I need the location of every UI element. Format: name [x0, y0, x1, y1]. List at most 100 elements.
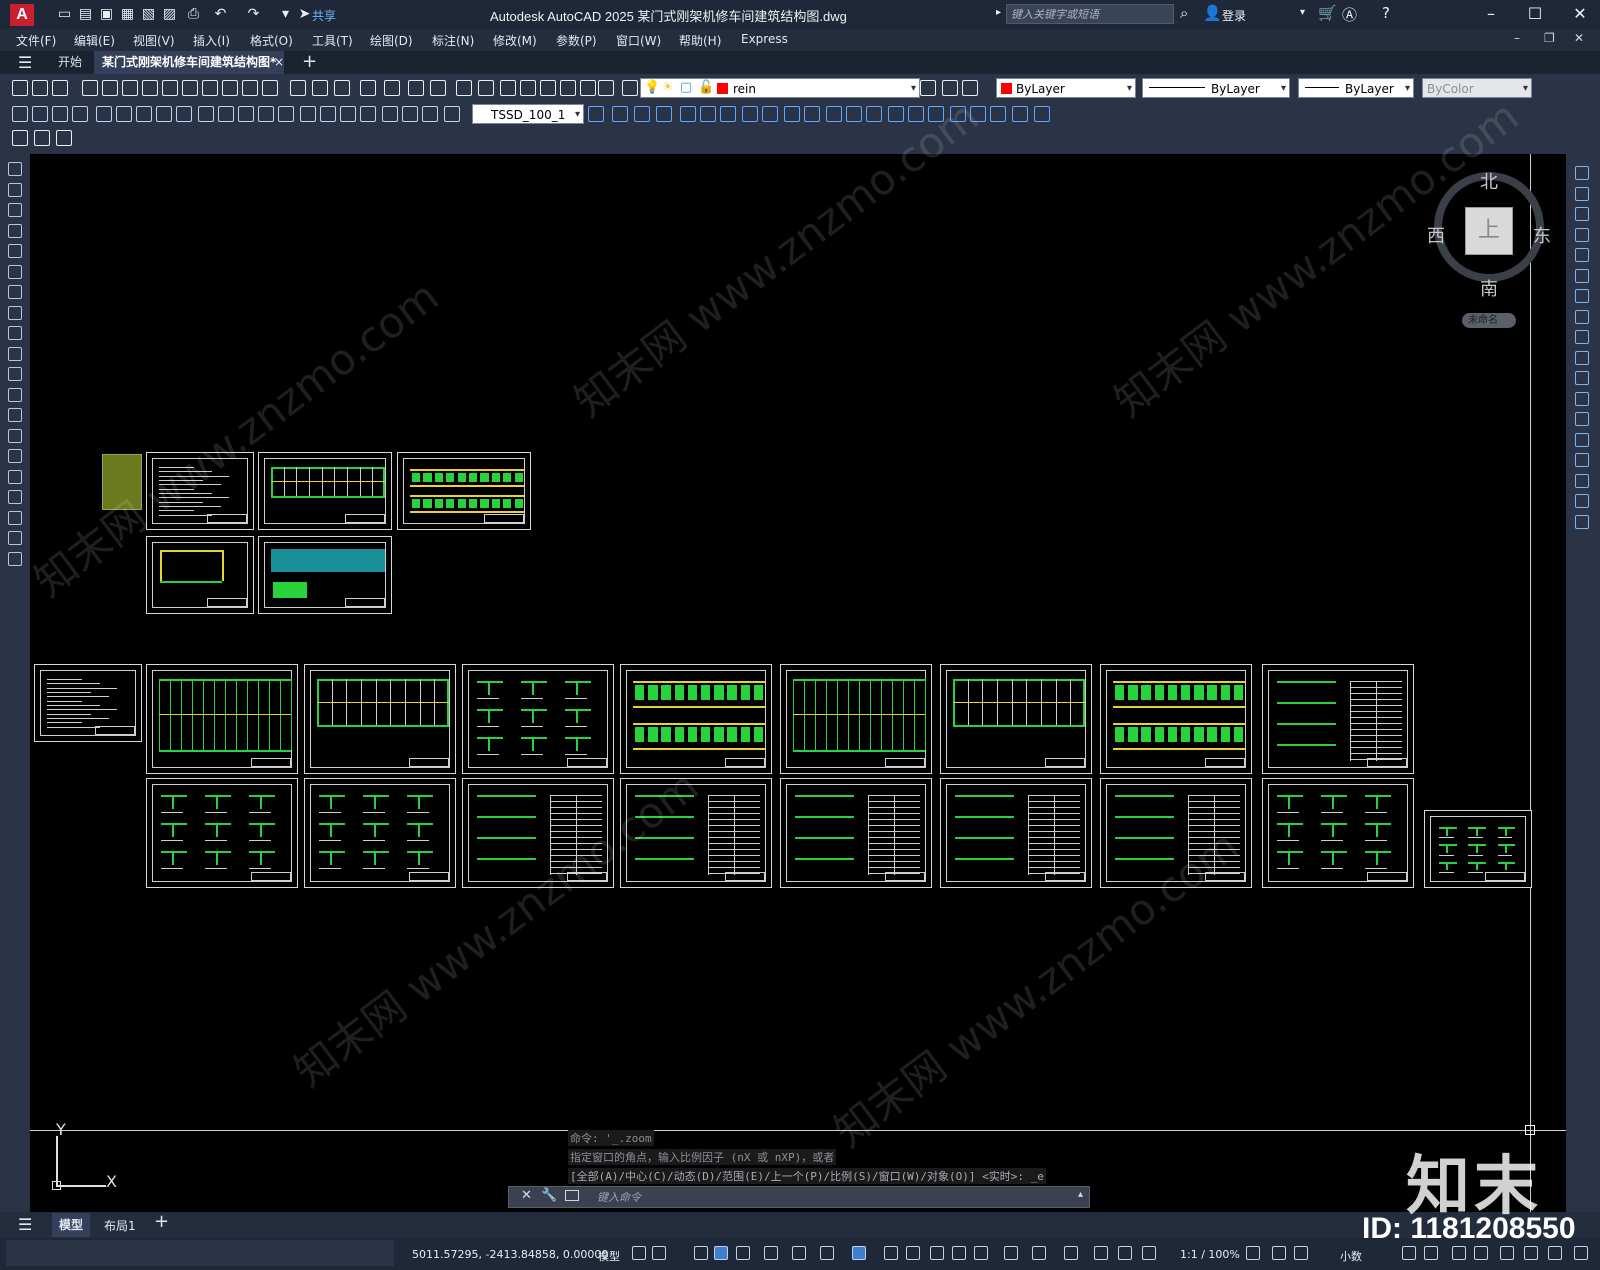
drawing-sheet[interactable]	[258, 452, 392, 530]
status-toggle-icon[interactable]	[1524, 1246, 1538, 1260]
right-palette-tool-icon[interactable]	[1575, 330, 1589, 344]
status-toggle-icon[interactable]	[792, 1246, 806, 1260]
status-toggle-icon[interactable]	[694, 1246, 708, 1260]
toolbar-tool-icon[interactable]	[456, 80, 472, 96]
menu-draw[interactable]: 绘图(D)	[370, 32, 413, 49]
customize-quick-access-icon[interactable]: ▾	[277, 5, 294, 23]
left-palette-tool-icon[interactable]	[8, 203, 22, 217]
toolbar-tool-icon[interactable]	[560, 80, 576, 96]
login-button[interactable]: 登录	[1222, 7, 1246, 24]
menu-tools[interactable]: 工具(T)	[312, 32, 353, 49]
annotation-scale[interactable]: 1:1 / 100%	[1180, 1248, 1240, 1261]
layer-tool-icon[interactable]	[962, 80, 978, 96]
close-tab-icon[interactable]: ×	[274, 55, 284, 69]
draw-tool-icon[interactable]	[422, 106, 438, 122]
draw-tool-icon[interactable]	[278, 106, 294, 122]
dim-tool-icon[interactable]	[634, 106, 650, 122]
dim-tool-icon[interactable]	[866, 106, 882, 122]
toolbar-tool-icon[interactable]	[162, 80, 178, 96]
model-space-toggle[interactable]: 模型	[598, 1248, 620, 1264]
compass-south[interactable]: 南	[1480, 275, 1498, 301]
drawing-sheet[interactable]	[34, 664, 142, 742]
help-search-input[interactable]: 键入关键字或短语	[1006, 4, 1174, 24]
left-palette-tool-icon[interactable]	[8, 244, 22, 258]
dim-tool-icon[interactable]	[908, 106, 924, 122]
toolbar-tool-icon[interactable]	[312, 80, 328, 96]
dim-tool-icon[interactable]	[1034, 106, 1050, 122]
status-toggle-icon[interactable]	[1452, 1246, 1466, 1260]
dim-tool-icon[interactable]	[784, 106, 800, 122]
draw-tool-icon[interactable]	[198, 106, 214, 122]
left-palette-tool-icon[interactable]	[8, 408, 22, 422]
undo-icon[interactable]: ↶	[212, 5, 229, 23]
dim-tool-icon[interactable]	[846, 106, 862, 122]
drawing-sheet[interactable]	[258, 536, 392, 614]
coordinate-readout[interactable]: 5011.57295, -2413.84858, 0.00000	[412, 1248, 608, 1261]
left-palette-tool-icon[interactable]	[8, 531, 22, 545]
draw-tool-icon[interactable]	[444, 106, 460, 122]
tab-document[interactable]: 某门式刚架机修车间建筑结构图*	[94, 51, 284, 74]
layer-tool-icon[interactable]	[920, 80, 936, 96]
status-toggle-icon[interactable]	[974, 1246, 988, 1260]
doc-minimize-icon[interactable]: –	[1514, 31, 1520, 45]
cart-icon[interactable]: 🛒	[1318, 4, 1337, 22]
draw-tool-icon[interactable]	[156, 106, 172, 122]
drawing-sheet[interactable]	[462, 664, 614, 774]
drawing-sheet[interactable]	[397, 452, 531, 530]
status-toggle-icon[interactable]	[1272, 1246, 1286, 1260]
toolbar-tool-icon[interactable]	[262, 80, 278, 96]
dim-tool-icon[interactable]	[1012, 106, 1028, 122]
drawing-sheet[interactable]	[146, 536, 254, 614]
right-palette-tool-icon[interactable]	[1575, 453, 1589, 467]
toolbar-tool-icon[interactable]	[334, 80, 350, 96]
status-toggle-icon[interactable]	[1246, 1246, 1260, 1260]
menu-view[interactable]: 视图(V)	[133, 32, 175, 49]
compass-west[interactable]: 西	[1427, 222, 1445, 248]
doc-close-icon[interactable]: ✕	[1574, 31, 1584, 45]
toolbar-tool-icon[interactable]	[122, 80, 138, 96]
status-toggle-icon[interactable]	[1402, 1246, 1416, 1260]
left-palette-tool-icon[interactable]	[8, 162, 22, 176]
extra-tool-icon[interactable]	[34, 130, 50, 146]
right-palette-tool-icon[interactable]	[1575, 473, 1589, 488]
draw-tool-icon[interactable]	[238, 106, 254, 122]
menu-window[interactable]: 窗口(W)	[616, 32, 661, 49]
dim-tool-icon[interactable]	[804, 106, 820, 122]
drawing-sheet[interactable]	[1100, 778, 1252, 888]
dimstyle-combo[interactable]: TSSD_100_1 ▾	[472, 104, 584, 124]
status-toggle-icon[interactable]	[1118, 1246, 1132, 1260]
toolbar-tool-icon[interactable]	[12, 80, 28, 96]
right-palette-tool-icon[interactable]	[1575, 350, 1589, 365]
dim-tool-icon[interactable]	[762, 106, 778, 122]
draw-tool-icon[interactable]	[72, 106, 88, 122]
command-input[interactable]: 键入命令	[597, 1189, 641, 1205]
left-palette-tool-icon[interactable]	[8, 182, 22, 197]
status-toggle-icon[interactable]	[764, 1246, 778, 1260]
status-toggle-icon[interactable]	[632, 1246, 646, 1260]
lineweight-combo[interactable]: ByLayer ▾	[1298, 78, 1414, 98]
dim-tool-icon[interactable]	[700, 106, 716, 122]
close-command-line-icon[interactable]: ✕	[521, 1188, 532, 1203]
drawing-sheet[interactable]	[780, 778, 932, 888]
draw-tool-icon[interactable]	[300, 106, 316, 122]
maximize-icon[interactable]: ☐	[1520, 4, 1550, 24]
units-selector[interactable]: 小数	[1340, 1248, 1362, 1264]
status-toggle-icon[interactable]	[1032, 1246, 1046, 1260]
draw-tool-icon[interactable]	[320, 106, 336, 122]
status-toggle-icon[interactable]	[1004, 1246, 1018, 1260]
command-input-bar[interactable]	[508, 1186, 1090, 1208]
drawing-sheet[interactable]	[620, 664, 772, 774]
toolbar-tool-icon[interactable]	[242, 80, 258, 96]
dim-tool-icon[interactable]	[588, 106, 604, 122]
left-palette-tool-icon[interactable]	[8, 305, 22, 320]
save-as-icon[interactable]: ▦	[119, 5, 136, 23]
drawing-sheet[interactable]	[146, 664, 298, 774]
dim-tool-icon[interactable]	[826, 106, 842, 122]
right-palette-tool-icon[interactable]	[1575, 289, 1589, 303]
toolbar-tool-icon[interactable]	[182, 80, 198, 96]
drawing-sheet[interactable]	[940, 664, 1092, 774]
search-icon[interactable]: ⌕	[1180, 4, 1188, 22]
share-icon[interactable]: ➤	[296, 5, 313, 23]
status-toggle-icon[interactable]	[1574, 1246, 1588, 1260]
toolbar-tool-icon[interactable]	[500, 80, 516, 96]
